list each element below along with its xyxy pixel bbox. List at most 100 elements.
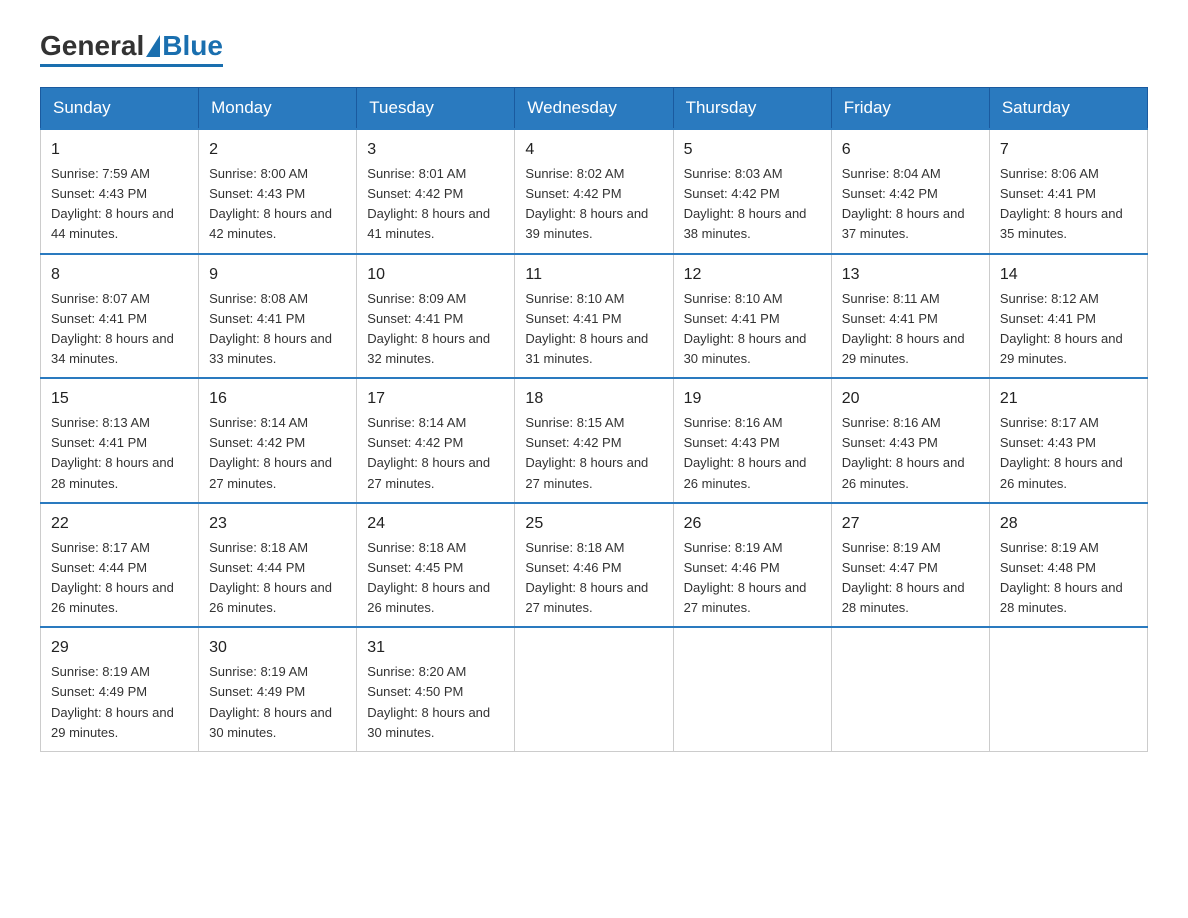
calendar-cell: 14 Sunrise: 8:12 AMSunset: 4:41 PMDaylig…: [989, 254, 1147, 379]
calendar-cell: 29 Sunrise: 8:19 AMSunset: 4:49 PMDaylig…: [41, 627, 199, 751]
calendar-cell: 28 Sunrise: 8:19 AMSunset: 4:48 PMDaylig…: [989, 503, 1147, 628]
day-number: 27: [842, 512, 979, 536]
day-number: 29: [51, 636, 188, 660]
day-info: Sunrise: 8:20 AMSunset: 4:50 PMDaylight:…: [367, 664, 490, 739]
day-header-friday: Friday: [831, 88, 989, 130]
day-number: 20: [842, 387, 979, 411]
calendar-cell: 31 Sunrise: 8:20 AMSunset: 4:50 PMDaylig…: [357, 627, 515, 751]
day-info: Sunrise: 8:14 AMSunset: 4:42 PMDaylight:…: [209, 415, 332, 490]
day-header-saturday: Saturday: [989, 88, 1147, 130]
day-number: 19: [684, 387, 821, 411]
day-info: Sunrise: 8:04 AMSunset: 4:42 PMDaylight:…: [842, 166, 965, 241]
day-number: 23: [209, 512, 346, 536]
logo: General Blue: [40, 30, 223, 67]
calendar-cell: 15 Sunrise: 8:13 AMSunset: 4:41 PMDaylig…: [41, 378, 199, 503]
day-info: Sunrise: 8:19 AMSunset: 4:48 PMDaylight:…: [1000, 540, 1123, 615]
day-info: Sunrise: 8:19 AMSunset: 4:49 PMDaylight:…: [51, 664, 174, 739]
day-number: 11: [525, 263, 662, 287]
calendar-cell: 12 Sunrise: 8:10 AMSunset: 4:41 PMDaylig…: [673, 254, 831, 379]
day-number: 28: [1000, 512, 1137, 536]
day-number: 16: [209, 387, 346, 411]
logo-blue-text: Blue: [162, 30, 223, 62]
calendar-cell: [831, 627, 989, 751]
day-info: Sunrise: 8:16 AMSunset: 4:43 PMDaylight:…: [684, 415, 807, 490]
day-number: 12: [684, 263, 821, 287]
day-number: 24: [367, 512, 504, 536]
day-number: 26: [684, 512, 821, 536]
logo-triangle-icon: [146, 35, 160, 57]
calendar-cell: 7 Sunrise: 8:06 AMSunset: 4:41 PMDayligh…: [989, 129, 1147, 254]
day-number: 25: [525, 512, 662, 536]
day-info: Sunrise: 8:18 AMSunset: 4:46 PMDaylight:…: [525, 540, 648, 615]
day-header-sunday: Sunday: [41, 88, 199, 130]
day-header-thursday: Thursday: [673, 88, 831, 130]
day-info: Sunrise: 8:19 AMSunset: 4:47 PMDaylight:…: [842, 540, 965, 615]
day-info: Sunrise: 8:19 AMSunset: 4:46 PMDaylight:…: [684, 540, 807, 615]
day-number: 17: [367, 387, 504, 411]
calendar-cell: [515, 627, 673, 751]
calendar-cell: 4 Sunrise: 8:02 AMSunset: 4:42 PMDayligh…: [515, 129, 673, 254]
calendar-cell: 8 Sunrise: 8:07 AMSunset: 4:41 PMDayligh…: [41, 254, 199, 379]
calendar-cell: 10 Sunrise: 8:09 AMSunset: 4:41 PMDaylig…: [357, 254, 515, 379]
logo-general-text: General: [40, 30, 144, 62]
calendar-cell: 25 Sunrise: 8:18 AMSunset: 4:46 PMDaylig…: [515, 503, 673, 628]
calendar-cell: 22 Sunrise: 8:17 AMSunset: 4:44 PMDaylig…: [41, 503, 199, 628]
day-number: 22: [51, 512, 188, 536]
day-number: 21: [1000, 387, 1137, 411]
day-info: Sunrise: 8:03 AMSunset: 4:42 PMDaylight:…: [684, 166, 807, 241]
day-header-monday: Monday: [199, 88, 357, 130]
day-info: Sunrise: 8:02 AMSunset: 4:42 PMDaylight:…: [525, 166, 648, 241]
day-number: 18: [525, 387, 662, 411]
calendar-cell: [673, 627, 831, 751]
header: General Blue: [40, 30, 1148, 67]
day-number: 31: [367, 636, 504, 660]
calendar-cell: 9 Sunrise: 8:08 AMSunset: 4:41 PMDayligh…: [199, 254, 357, 379]
calendar-cell: 13 Sunrise: 8:11 AMSunset: 4:41 PMDaylig…: [831, 254, 989, 379]
day-info: Sunrise: 8:19 AMSunset: 4:49 PMDaylight:…: [209, 664, 332, 739]
day-info: Sunrise: 8:17 AMSunset: 4:43 PMDaylight:…: [1000, 415, 1123, 490]
day-info: Sunrise: 8:01 AMSunset: 4:42 PMDaylight:…: [367, 166, 490, 241]
calendar-cell: 23 Sunrise: 8:18 AMSunset: 4:44 PMDaylig…: [199, 503, 357, 628]
day-number: 4: [525, 138, 662, 162]
calendar-cell: 27 Sunrise: 8:19 AMSunset: 4:47 PMDaylig…: [831, 503, 989, 628]
calendar-cell: 1 Sunrise: 7:59 AMSunset: 4:43 PMDayligh…: [41, 129, 199, 254]
day-number: 10: [367, 263, 504, 287]
day-number: 30: [209, 636, 346, 660]
day-number: 7: [1000, 138, 1137, 162]
logo-underline: [40, 64, 223, 67]
calendar-week-row: 8 Sunrise: 8:07 AMSunset: 4:41 PMDayligh…: [41, 254, 1148, 379]
day-info: Sunrise: 8:12 AMSunset: 4:41 PMDaylight:…: [1000, 291, 1123, 366]
calendar-cell: 18 Sunrise: 8:15 AMSunset: 4:42 PMDaylig…: [515, 378, 673, 503]
day-header-wednesday: Wednesday: [515, 88, 673, 130]
day-number: 8: [51, 263, 188, 287]
day-info: Sunrise: 8:18 AMSunset: 4:45 PMDaylight:…: [367, 540, 490, 615]
calendar-cell: 26 Sunrise: 8:19 AMSunset: 4:46 PMDaylig…: [673, 503, 831, 628]
calendar-cell: 11 Sunrise: 8:10 AMSunset: 4:41 PMDaylig…: [515, 254, 673, 379]
day-header-tuesday: Tuesday: [357, 88, 515, 130]
calendar-cell: 21 Sunrise: 8:17 AMSunset: 4:43 PMDaylig…: [989, 378, 1147, 503]
calendar-cell: 20 Sunrise: 8:16 AMSunset: 4:43 PMDaylig…: [831, 378, 989, 503]
calendar-cell: 2 Sunrise: 8:00 AMSunset: 4:43 PMDayligh…: [199, 129, 357, 254]
day-number: 15: [51, 387, 188, 411]
calendar-cell: 3 Sunrise: 8:01 AMSunset: 4:42 PMDayligh…: [357, 129, 515, 254]
calendar-header-row: SundayMondayTuesdayWednesdayThursdayFrid…: [41, 88, 1148, 130]
day-info: Sunrise: 8:18 AMSunset: 4:44 PMDaylight:…: [209, 540, 332, 615]
day-info: Sunrise: 8:15 AMSunset: 4:42 PMDaylight:…: [525, 415, 648, 490]
calendar-week-row: 1 Sunrise: 7:59 AMSunset: 4:43 PMDayligh…: [41, 129, 1148, 254]
day-info: Sunrise: 8:11 AMSunset: 4:41 PMDaylight:…: [842, 291, 965, 366]
day-info: Sunrise: 8:13 AMSunset: 4:41 PMDaylight:…: [51, 415, 174, 490]
calendar-table: SundayMondayTuesdayWednesdayThursdayFrid…: [40, 87, 1148, 752]
day-number: 6: [842, 138, 979, 162]
calendar-cell: 6 Sunrise: 8:04 AMSunset: 4:42 PMDayligh…: [831, 129, 989, 254]
calendar-week-row: 15 Sunrise: 8:13 AMSunset: 4:41 PMDaylig…: [41, 378, 1148, 503]
calendar-cell: 5 Sunrise: 8:03 AMSunset: 4:42 PMDayligh…: [673, 129, 831, 254]
calendar-cell: 30 Sunrise: 8:19 AMSunset: 4:49 PMDaylig…: [199, 627, 357, 751]
day-number: 14: [1000, 263, 1137, 287]
calendar-week-row: 22 Sunrise: 8:17 AMSunset: 4:44 PMDaylig…: [41, 503, 1148, 628]
day-number: 1: [51, 138, 188, 162]
day-number: 9: [209, 263, 346, 287]
calendar-cell: [989, 627, 1147, 751]
day-number: 2: [209, 138, 346, 162]
calendar-cell: 17 Sunrise: 8:14 AMSunset: 4:42 PMDaylig…: [357, 378, 515, 503]
day-info: Sunrise: 8:10 AMSunset: 4:41 PMDaylight:…: [684, 291, 807, 366]
